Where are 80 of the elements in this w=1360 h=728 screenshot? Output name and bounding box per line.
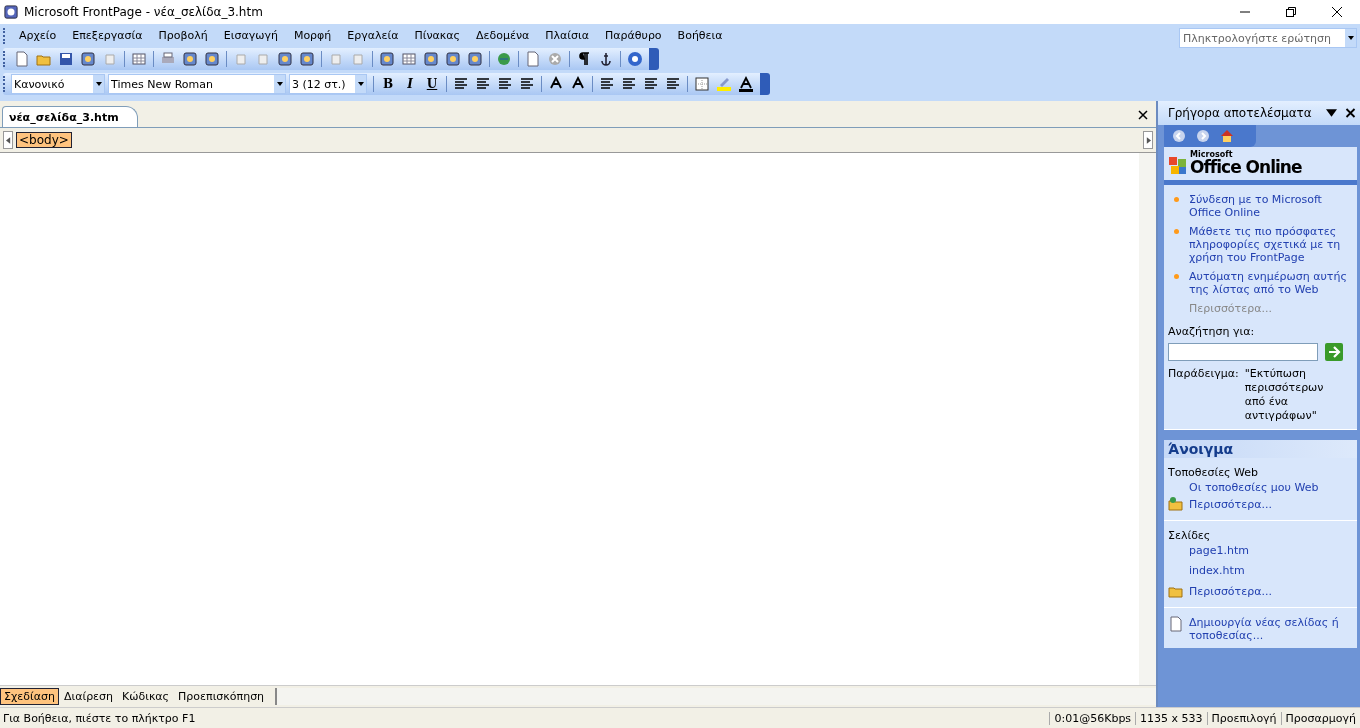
vertical-scrollbar[interactable] (1139, 153, 1156, 685)
window-title: Microsoft FrontPage - νέα_σελίδα_3.htm (24, 5, 263, 19)
task-pane-title: Γρήγορα αποτελέσματα (1168, 106, 1313, 120)
example-text: "Εκτύπωση περισσότερων από ένα αντιγράφων" (1244, 367, 1325, 423)
search-label: Αναζήτηση για: (1167, 325, 1256, 339)
status-hint: Για Βοήθεια, πιέστε το πλήκτρο F1 (2, 711, 197, 725)
size-dropdown[interactable]: 3 (12 στ.) (289, 74, 367, 94)
home-icon[interactable] (1220, 129, 1234, 143)
underline-button[interactable]: U (421, 74, 443, 94)
help-question-field[interactable]: Πληκτρολογήστε ερώτηση (1179, 28, 1357, 48)
menu-item[interactable]: Παράθυρο (597, 29, 670, 42)
link[interactable]: Οι τοποθεσίες μου Web (1164, 481, 1357, 494)
page-icon (1168, 616, 1184, 632)
caret-icon[interactable] (95, 82, 102, 86)
right-arrow-icon[interactable] (1145, 136, 1151, 144)
more-link[interactable]: Περισσότερα... (1189, 584, 1272, 598)
view-tab[interactable]: Σχεδίαση (0, 688, 59, 705)
link[interactable]: Σύνδεση με το Microsoft Office Online (1189, 193, 1351, 219)
document-tab[interactable]: νέα_σελίδα_3.htm (2, 106, 138, 127)
forward-icon[interactable] (1196, 129, 1210, 143)
anchor-icon[interactable] (598, 51, 614, 67)
menu-item[interactable]: Προβολή (150, 29, 216, 42)
table-icon[interactable] (131, 51, 147, 67)
menu-item[interactable]: Δεδομένα (468, 29, 538, 42)
status-mode: Προεπιλογή (1206, 711, 1281, 725)
app-icon (4, 5, 18, 19)
menu-item[interactable]: Πλαίσια (537, 29, 598, 42)
table-icon[interactable] (401, 51, 417, 67)
menu-item[interactable]: Εργαλεία (339, 29, 407, 42)
bold-button[interactable]: B (377, 74, 399, 94)
menu-item[interactable]: Μορφή (285, 29, 340, 42)
page-icon[interactable] (14, 51, 30, 67)
caret-icon[interactable] (1347, 36, 1354, 40)
link[interactable]: page1.htm (1164, 544, 1357, 557)
italic-button[interactable]: I (399, 74, 421, 94)
section-label: Σελίδες (1167, 529, 1212, 543)
menu-item[interactable]: Βοήθεια (669, 29, 731, 42)
logo-caption: Microsoft (1190, 151, 1234, 159)
section-header: Άνοιγμα (1164, 440, 1357, 458)
align-left-icon[interactable] (453, 76, 469, 92)
menu-item[interactable]: Πίνακας (406, 29, 469, 42)
folder-globe-icon (1168, 496, 1184, 512)
tag-selector[interactable]: <body> (16, 132, 72, 148)
go-arrow-icon[interactable] (1325, 343, 1343, 361)
horizontal-scrollbar[interactable] (275, 688, 1156, 705)
font-color-icon[interactable] (738, 76, 754, 92)
more-link[interactable]: Περισσότερα... (1189, 497, 1272, 511)
justify-icon[interactable] (519, 76, 535, 92)
dropdown-icon[interactable] (1326, 108, 1337, 118)
search-field[interactable] (1168, 343, 1318, 361)
office-logo-icon (1168, 156, 1188, 176)
pilcrow-icon[interactable] (576, 51, 592, 67)
border-icon[interactable] (694, 76, 710, 92)
style-dropdown[interactable]: Κανονικό (11, 74, 105, 94)
section-label: Τοποθεσίες Web (1167, 466, 1260, 480)
caret-icon[interactable] (276, 82, 283, 86)
link[interactable]: Μάθετε τις πιο πρόσφατες πληροφορίες σχετικά με τη χρήση του FrontPage (1189, 225, 1351, 264)
scroll-left-button[interactable] (3, 131, 13, 149)
close-icon[interactable] (1345, 108, 1356, 118)
scroll-right-button[interactable] (1143, 131, 1153, 149)
link[interactable]: Αυτόματη ενημέρωση αυτής της λίστας από το Web (1189, 270, 1351, 296)
status-size: 1135 x 533 (1135, 711, 1207, 725)
font-dropdown[interactable]: Times New Roman (108, 74, 286, 94)
menu-item[interactable]: Επεξεργασία (64, 29, 151, 42)
close-icon[interactable] (1138, 110, 1148, 120)
example-label: Παράδειγμα: (1168, 367, 1239, 382)
status-mode: Προσαρμογή (1280, 711, 1360, 725)
document-icon[interactable] (525, 51, 541, 67)
back-icon[interactable] (1172, 129, 1186, 143)
status-speed: 0:01@56Kbps (1049, 711, 1136, 725)
menu-item[interactable]: Αρχείο (11, 29, 65, 42)
menu-item[interactable]: Εισαγωγή (215, 29, 286, 42)
view-tab[interactable]: Κώδικας (118, 688, 174, 705)
view-tab[interactable]: Προεπισκόπηση (174, 688, 269, 705)
view-tab[interactable]: Διαίρεση (59, 688, 117, 705)
link[interactable]: index.htm (1164, 564, 1357, 577)
create-link[interactable]: Δημιουργία νέας σελίδας ή τοποθεσίας... (1189, 616, 1357, 642)
left-arrow-icon[interactable] (5, 136, 11, 144)
logo-text: Office Online (1190, 159, 1302, 176)
caret-icon[interactable] (357, 82, 364, 86)
